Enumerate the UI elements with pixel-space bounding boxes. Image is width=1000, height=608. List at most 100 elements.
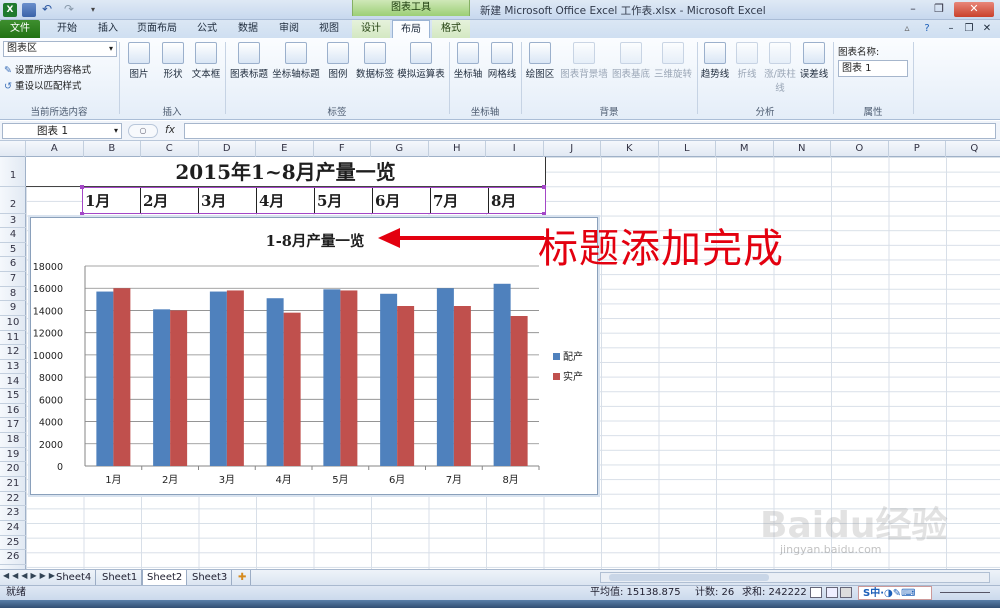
column-header-j[interactable]: J <box>544 141 601 157</box>
reset-style-button[interactable]: ↺ 重设以匹配样式 <box>4 78 82 92</box>
column-header-g[interactable]: G <box>371 141 429 157</box>
format-selection-button[interactable]: ✎ 设置所选内容格式 <box>4 62 91 76</box>
doc-restore-icon[interactable]: ❐ <box>960 20 978 38</box>
formula-bar-expand-icon[interactable]: ○ <box>128 124 158 138</box>
help-icon[interactable]: ? <box>918 20 936 38</box>
tab-home[interactable]: 开始 <box>48 20 86 38</box>
lines-button[interactable]: 折线 <box>733 42 761 80</box>
gridlines-button[interactable]: 网格线 <box>486 42 518 80</box>
chart-wall-button[interactable]: 图表背景墙 <box>558 42 610 80</box>
column-header-d[interactable]: D <box>199 141 256 157</box>
column-header-h[interactable]: H <box>429 141 486 157</box>
column-header-a[interactable]: A <box>26 141 84 157</box>
insert-textbox-button[interactable]: 文本框 <box>190 42 222 80</box>
tab-format[interactable]: 格式 <box>432 20 470 38</box>
select-all-corner[interactable] <box>0 141 26 157</box>
minimize-ribbon-icon[interactable]: ▵ <box>898 20 916 38</box>
row-header-16[interactable]: 16 <box>0 404 26 419</box>
row-header-4[interactable]: 4 <box>0 228 26 243</box>
row-header-24[interactable]: 24 <box>0 521 26 536</box>
month-header-row[interactable]: 1月 2月 3月 4月 5月 6月 7月 8月 <box>82 187 546 214</box>
row-header-13[interactable]: 13 <box>0 360 26 375</box>
page-layout-view-icon[interactable] <box>826 587 838 598</box>
sheet-title-cell[interactable]: 2015年1~8月产量一览 <box>26 157 546 187</box>
tab-view[interactable]: 视图 <box>312 20 346 38</box>
tab-layout[interactable]: 布局 <box>392 20 430 38</box>
updown-bars-button[interactable]: 涨/跌柱线 <box>763 42 797 94</box>
name-box[interactable]: 图表 1 ▾ <box>2 123 122 139</box>
row-header-5[interactable]: 5 <box>0 243 26 258</box>
row-header-9[interactable]: 9 <box>0 301 26 316</box>
row-header-10[interactable]: 10 <box>0 316 26 331</box>
row-header-12[interactable]: 12 <box>0 345 26 360</box>
column-header-n[interactable]: N <box>774 141 831 157</box>
tab-page-layout[interactable]: 页面布局 <box>130 20 184 38</box>
undo-icon[interactable]: ↶ <box>40 3 54 17</box>
save-icon[interactable] <box>22 3 36 17</box>
row-header-19[interactable]: 19 <box>0 448 26 463</box>
month-cell[interactable]: 1月 <box>83 188 141 213</box>
row-header-21[interactable]: 21 <box>0 477 26 492</box>
column-header-p[interactable]: P <box>889 141 946 157</box>
row-header-20[interactable]: 20 <box>0 462 26 478</box>
sheet-tab-active[interactable]: Sheet2 <box>142 570 188 585</box>
month-cell[interactable]: 4月 <box>257 188 315 213</box>
zoom-slider[interactable] <box>940 592 990 593</box>
column-header-e[interactable]: E <box>256 141 314 157</box>
data-labels-button[interactable]: 数据标签 <box>354 42 396 80</box>
row-header-22[interactable]: 22 <box>0 492 26 507</box>
sheet-tab[interactable]: Sheet3 <box>188 570 233 585</box>
doc-minimize-icon[interactable]: – <box>942 20 960 38</box>
axis-titles-button[interactable]: 坐标轴标题 <box>270 42 322 80</box>
chart-name-input[interactable]: 图表 1 <box>838 60 908 77</box>
formula-input[interactable] <box>184 123 996 139</box>
range-handle[interactable] <box>542 185 546 189</box>
insert-shapes-button[interactable]: 形状 <box>158 42 188 80</box>
month-cell[interactable]: 8月 <box>489 188 547 213</box>
row-header-1[interactable]: 1 <box>0 157 26 187</box>
tab-review[interactable]: 审阅 <box>272 20 306 38</box>
doc-close-icon[interactable]: ✕ <box>978 20 996 38</box>
scrollbar-thumb[interactable] <box>609 574 769 581</box>
column-header-k[interactable]: K <box>601 141 659 157</box>
month-cell[interactable]: 6月 <box>373 188 431 213</box>
column-header-o[interactable]: O <box>831 141 889 157</box>
range-handle[interactable] <box>80 212 84 216</box>
tab-formulas[interactable]: 公式 <box>190 20 224 38</box>
axes-button[interactable]: 坐标轴 <box>452 42 484 80</box>
row-header-25[interactable]: 25 <box>0 536 26 551</box>
row-header-7[interactable]: 7 <box>0 272 26 287</box>
excel-logo-icon[interactable]: X <box>3 3 17 17</box>
redo-icon[interactable]: ↷ <box>62 3 76 17</box>
tab-file[interactable]: 文件 <box>0 20 40 38</box>
restore-icon[interactable]: ❐ <box>928 2 950 17</box>
row-header-6[interactable]: 6 <box>0 257 26 272</box>
column-header-i[interactable]: I <box>486 141 544 157</box>
row-header-26[interactable]: 26 <box>0 550 26 565</box>
month-cell[interactable]: 2月 <box>141 188 199 213</box>
plot-area-button[interactable]: 绘图区 <box>524 42 556 80</box>
customize-qat-icon[interactable]: ▾ <box>86 3 100 17</box>
chart-floor-button[interactable]: 图表基底 <box>610 42 652 80</box>
row-header-15[interactable]: 15 <box>0 389 26 404</box>
legend-button[interactable]: 图例 <box>324 42 352 80</box>
row-header-8[interactable]: 8 <box>0 287 26 302</box>
month-cell[interactable]: 5月 <box>315 188 373 213</box>
insert-function-icon[interactable]: fx <box>165 124 175 136</box>
month-cell[interactable]: 7月 <box>431 188 489 213</box>
rotation-3d-button[interactable]: 三维旋转 <box>652 42 694 80</box>
data-table-button[interactable]: 模拟运算表 <box>396 42 446 80</box>
chart-area[interactable]: 0 2000 4000 6000 8000 10000 12000 14000 16000 180… <box>30 217 598 495</box>
sheet-nav-icons[interactable]: ◀◀◀▶▶▶ <box>3 571 58 580</box>
row-header-3[interactable]: 3 <box>0 214 26 228</box>
column-header-l[interactable]: L <box>659 141 716 157</box>
column-header-b[interactable]: B <box>84 141 141 157</box>
tab-insert[interactable]: 插入 <box>92 20 124 38</box>
minimize-icon[interactable]: – <box>902 2 924 17</box>
row-header-14[interactable]: 14 <box>0 375 26 390</box>
row-header-18[interactable]: 18 <box>0 433 26 448</box>
column-header-m[interactable]: M <box>716 141 774 157</box>
row-header-17[interactable]: 17 <box>0 418 26 434</box>
insert-sheet-icon[interactable]: ✚ <box>234 570 252 585</box>
trendline-button[interactable]: 趋势线 <box>699 42 731 80</box>
